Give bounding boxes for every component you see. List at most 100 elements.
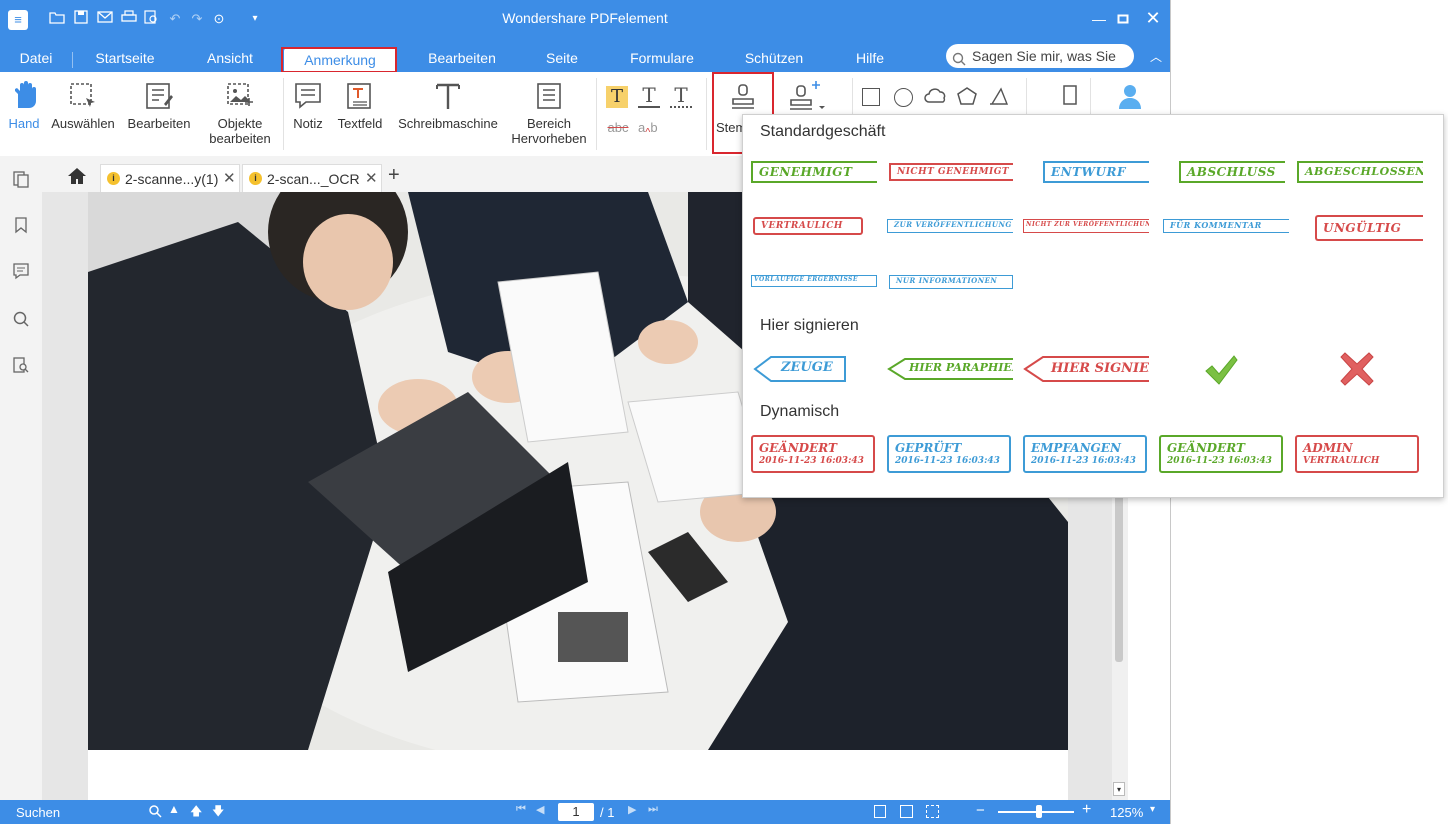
zoom-in-icon[interactable]: + [1082,801,1091,819]
pages-thumbnail-icon[interactable] [12,170,30,188]
textbox-button[interactable]: Textfeld [332,72,388,156]
polyline-icon[interactable] [988,86,1010,106]
cross-stamp-icon[interactable] [1339,351,1375,387]
stamp-vertraulich[interactable]: VERTRAULICH [753,217,863,235]
find-in-page-icon[interactable] [12,356,30,374]
search-status-label: Suchen [16,805,61,820]
tab-seite[interactable]: Seite [540,40,584,72]
polygon-icon[interactable] [956,86,978,106]
search-previous-icon[interactable]: ▲ [168,802,180,816]
edit-tool-button[interactable]: Bearbeiten [122,72,196,156]
stamp-genehmigt[interactable]: GENEHMIGT [751,161,877,183]
edit-objects-button[interactable]: Objekte bearbeiten [202,72,278,156]
hand-tool-button[interactable]: Hand [4,72,44,156]
previous-page-icon[interactable]: ◀ [536,803,544,816]
stamp-ungueltig[interactable]: UNGÜLTIG [1315,215,1423,241]
stamp-fuer-kommentar[interactable]: FÜR KOMMENTAR [1163,219,1289,233]
typewriter-icon [436,83,460,109]
typewriter-button[interactable]: Schreibmaschine [394,72,502,156]
stamp-nicht-zur-veroeffentlichung[interactable]: NICHT ZUR VERÖFFENTLICHUNG [1023,219,1149,233]
zoom-slider-handle[interactable] [1036,805,1042,818]
tab-ansicht[interactable]: Ansicht [198,40,262,72]
fullscreen-icon[interactable] [926,805,939,818]
section-title-sign: Hier signieren [760,317,859,334]
squiggly-text-icon[interactable]: T [670,84,692,108]
search-up-icon[interactable]: 🡅 [190,802,202,823]
document-tab[interactable]: i 2-scan..._OCR ✕ [242,164,382,193]
tab-hilfe[interactable]: Hilfe [848,40,892,72]
home-icon[interactable] [66,166,88,186]
stamp-abgeschlossen[interactable]: ABGESCHLOSSEN [1297,161,1423,183]
last-page-icon[interactable]: ⏭ [648,803,658,816]
menu-file[interactable]: Datei [16,40,56,72]
scroll-down-icon[interactable]: ▾ [1113,782,1125,796]
attachment-icon[interactable] [1062,84,1078,106]
search-down-icon[interactable]: 🡇 [212,802,224,823]
dynamic-stamp-geaendert-red[interactable]: GEÄNDERT 2016-11-23 16:03:43 [751,435,875,473]
tab-bearbeiten[interactable]: Bearbeiten [420,40,504,72]
dynamic-stamp-title: GEÄNDERT [759,441,837,455]
tab-startseite[interactable]: Startseite [88,40,162,72]
area-highlight-icon [537,83,561,109]
ribbon-separator [596,78,597,150]
stamp-zeuge[interactable]: ZEUGE [753,355,847,383]
dynamic-stamp-subtitle: 2016-11-23 16:03:43 [759,456,864,466]
comments-icon[interactable] [12,262,30,280]
select-label: Auswählen [51,116,115,131]
area-highlight-label-1: Bereich [526,116,572,131]
next-page-icon[interactable]: ▶ [628,803,636,816]
first-page-icon[interactable]: ⏮ [516,803,526,816]
status-bar: Suchen ▲ 🡅 🡇 ⏮ ◀ 1 / 1 ▶ ⏭ − + 125% ▾ [0,800,1170,824]
fit-page-icon[interactable] [874,805,886,818]
area-highlight-button[interactable]: Bereich Hervorheben [506,72,592,156]
stamp-vorlaeufige-ergebnisse[interactable]: VORLÄUFIGE ERGEBNISSE [751,275,877,287]
stamp-zur-veroeffentlichung[interactable]: ZUR VERÖFFENTLICHUNG [887,219,1013,233]
search-input[interactable]: Sagen Sie mir, was Sie tun [946,44,1134,88]
stamp-nicht-genehmigt[interactable]: NICHT GENEHMIGT [889,163,1013,181]
underline-text-icon[interactable]: T [638,84,660,108]
document-tab[interactable]: i 2-scanne...y(1) ✕ [100,164,240,193]
stamp-abschluss[interactable]: ABSCHLUSS [1179,161,1285,183]
dynamic-stamp-geprueft[interactable]: GEPRÜFT 2016-11-23 16:03:43 [887,435,1011,473]
tab-schuetzen[interactable]: Schützen [738,40,810,72]
zoom-out-icon[interactable]: − [976,802,985,819]
search-icon[interactable] [148,804,162,818]
stamp-hier-paraphieren[interactable]: HIER PARAPHIEREN [887,357,1013,381]
circle-icon[interactable] [894,88,913,107]
strikethrough-button[interactable]: abc [604,120,632,135]
page-number-input[interactable]: 1 [558,803,594,821]
hand-label: Hand [8,116,40,131]
add-tab-icon[interactable]: + [388,164,400,187]
close-tab-icon[interactable]: ✕ [365,165,378,193]
document-tab-label: 2-scan..._OCR [267,171,360,187]
highlight-text-icon[interactable]: T [606,86,628,108]
minimize-icon[interactable]: — [1090,10,1108,28]
select-tool-button[interactable]: Auswählen [48,72,118,156]
stamp-hier-signieren[interactable]: HIER SIGNIEREN [1023,355,1149,383]
checkmark-stamp-icon[interactable] [1203,353,1239,387]
rectangle-icon[interactable] [862,88,880,106]
warning-icon: i [107,172,120,185]
stamp-nur-informationen[interactable]: NUR INFORMATIONEN [889,275,1013,289]
dynamic-stamp-admin[interactable]: ADMIN VERTRAULICH [1295,435,1419,473]
cloud-icon[interactable] [924,86,948,106]
zoom-dropdown-icon[interactable]: ▾ [1150,804,1155,815]
tab-formulare[interactable]: Formulare [622,40,702,72]
create-stamp-icon [790,81,825,110]
collapse-ribbon-icon[interactable]: ︿ [1150,48,1162,65]
note-button[interactable]: Notiz [288,72,328,156]
close-window-icon[interactable]: ✕ [1144,9,1162,27]
zoom-level[interactable]: 125% [1110,805,1143,820]
search-sidebar-icon[interactable] [12,310,30,328]
edit-label: Bearbeiten [127,116,191,131]
bookmark-icon[interactable] [12,216,30,234]
replace-text-icon[interactable]: a^b [638,120,662,139]
stamp-entwurf[interactable]: ENTWURF [1043,161,1149,183]
dynamic-stamp-empfangen[interactable]: EMPFANGEN 2016-11-23 16:03:43 [1023,435,1147,473]
close-tab-icon[interactable]: ✕ [223,165,236,193]
dynamic-stamp-title: EMPFANGEN [1031,441,1121,455]
fit-width-icon[interactable] [900,805,913,818]
maximize-icon[interactable] [1114,12,1132,30]
user-avatar-icon[interactable] [1116,82,1144,110]
dynamic-stamp-geaendert-green[interactable]: GEÄNDERT 2016-11-23 16:03:43 [1159,435,1283,473]
